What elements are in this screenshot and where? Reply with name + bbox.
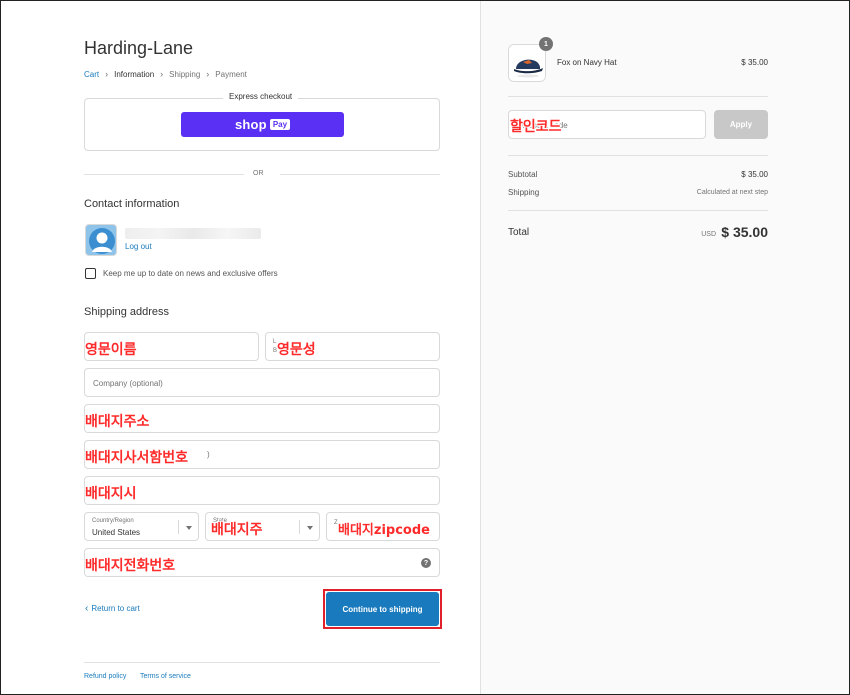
discount-code-input[interactable]: Discount code (508, 110, 706, 139)
subtotal-label: Subtotal (508, 170, 538, 179)
quantity-badge: 1 (539, 37, 553, 51)
refund-policy-link[interactable]: Refund policy (84, 673, 126, 680)
terms-of-service-link[interactable]: Terms of service (140, 673, 191, 680)
express-checkout-title: Express checkout (223, 92, 299, 101)
first-name-field[interactable] (84, 332, 259, 361)
state-select[interactable]: State (205, 512, 320, 541)
blurred-email (125, 228, 261, 239)
phone-field[interactable]: ? (84, 548, 440, 577)
discount-placeholder: Discount code (517, 121, 568, 130)
breadcrumb-cart[interactable]: Cart (84, 70, 99, 79)
product-price: $ 35.00 (741, 58, 768, 67)
chevron-right-icon: › (160, 69, 164, 79)
breadcrumb-shipping: Shipping (169, 69, 201, 79)
product-thumbnail (508, 44, 546, 82)
shop-pay-logo-text: shop (234, 117, 267, 132)
return-to-cart-link[interactable]: ‹ Return to cart (85, 602, 140, 614)
last-name-hint-2: B (273, 348, 278, 354)
state-label: State (213, 518, 228, 524)
user-avatar-icon (86, 225, 116, 255)
total-amount: $ 35.00 (721, 224, 768, 240)
summary-divider (508, 155, 768, 156)
city-field[interactable] (84, 476, 440, 505)
country-select[interactable]: Country/Region United States (84, 512, 199, 541)
shipping-value: Calculated at next step (696, 189, 768, 196)
apartment-field[interactable] (84, 440, 440, 469)
shipping-label: Shipping (508, 188, 540, 197)
subtotal-value: $ 35.00 (741, 170, 768, 179)
shop-pay-badge: Pay (269, 119, 291, 130)
logout-link[interactable]: Log out (125, 242, 152, 251)
chevron-left-icon: ‹ (85, 602, 89, 614)
total-label: Total (508, 227, 530, 238)
chevron-right-icon: › (206, 69, 210, 79)
help-icon[interactable]: ? (421, 558, 431, 568)
shipping-address-title: Shipping address (84, 306, 170, 318)
hat-icon (509, 45, 545, 81)
return-to-cart-label: Return to cart (91, 604, 140, 613)
address-field[interactable] (84, 404, 440, 433)
country-value: United States (92, 528, 141, 537)
zip-hint: Z (334, 520, 338, 526)
checkout-main: Harding-Lane Cart › Information › Shippi… (1, 1, 480, 694)
zip-field[interactable]: Z (326, 512, 440, 541)
chevron-down-icon (186, 526, 192, 530)
summary-divider (508, 210, 768, 211)
apply-discount-button[interactable]: Apply (714, 110, 768, 139)
chevron-down-icon (307, 526, 313, 530)
last-name-hint: L (273, 339, 277, 345)
breadcrumb-payment: Payment (215, 69, 247, 79)
apartment-hint: ) (207, 450, 210, 459)
or-text: OR (253, 170, 264, 177)
continue-to-shipping-button[interactable]: Continue to shipping (326, 592, 439, 626)
newsletter-checkbox[interactable] (85, 268, 96, 279)
avatar (85, 224, 117, 256)
footer-divider (84, 662, 440, 663)
shop-pay-button[interactable]: shop Pay (181, 112, 344, 137)
country-label: Country/Region (92, 518, 134, 524)
company-placeholder: Company (optional) (93, 379, 163, 388)
order-summary: 1 Fox on Navy Hat $ 35.00 Discount code … (480, 1, 849, 694)
breadcrumb-information: Information (114, 69, 155, 79)
breadcrumb: Cart › Information › Shipping › Payment (84, 69, 247, 79)
last-name-field[interactable] (265, 332, 440, 361)
product-name: Fox on Navy Hat (557, 58, 617, 67)
chevron-right-icon: › (105, 69, 109, 79)
contact-information-title: Contact information (84, 198, 180, 210)
store-name[interactable]: Harding-Lane (84, 38, 193, 59)
company-field[interactable]: Company (optional) (84, 368, 440, 397)
summary-divider (508, 96, 768, 97)
newsletter-label: Keep me up to date on news and exclusive… (103, 269, 278, 278)
